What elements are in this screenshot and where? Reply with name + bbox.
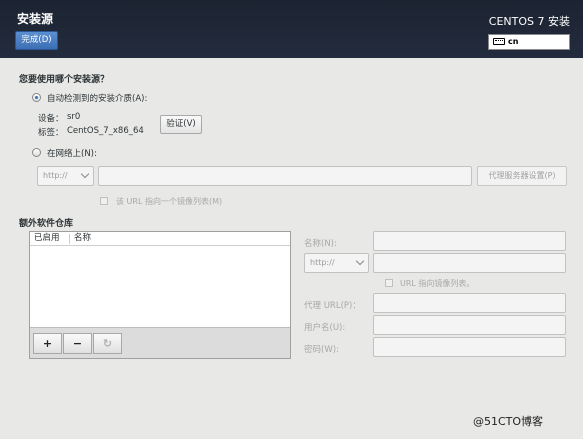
keyboard-icon [493,38,505,45]
column-name[interactable]: 名称 [74,232,91,245]
repo-toolbar: + − ↻ [30,327,290,358]
product-title: CENTOS 7 安装 [488,15,570,28]
device-value: sr0 [67,112,81,122]
top-header: 安装源 完成(D) CENTOS 7 安装 cn [0,0,583,58]
repo-protocol-select[interactable]: http:// [304,253,369,273]
proxy-url-label: 代理 URL(P)： [304,301,361,311]
tag-value: CentOS_7_x86_64 [67,126,144,136]
username-input[interactable] [373,315,566,335]
auto-detect-label: 自动检测到的安装介质(A): [47,94,148,104]
column-divider [69,234,70,244]
tag-label: 标签： [38,128,64,138]
column-enabled[interactable]: 已启用 [34,232,60,245]
chevron-down-icon [355,256,365,266]
repo-name-label: 名称(N): [304,239,337,249]
mirror-list-label: 该 URL 指向一个镜像列表(M) [116,197,223,206]
repo-url-input[interactable] [373,253,566,273]
repos-section-title: 额外软件仓库 [19,219,74,229]
network-label: 在网络上(N): [47,149,97,159]
repo-table-header: 已启用 名称 [30,232,290,246]
device-label: 设备： [38,114,64,124]
remove-repo-button[interactable]: − [63,333,92,354]
proxy-url-input[interactable] [373,293,566,313]
protocol-select-value: http:// [43,171,68,180]
watermark: @51CTO博客 [473,415,544,428]
repo-protocol-value: http:// [310,258,335,267]
keyboard-layout-indicator[interactable]: cn [488,34,570,50]
source-question: 您要使用哪个安装源？ [19,75,110,85]
network-radio[interactable] [32,148,41,157]
chevron-down-icon [80,169,90,179]
password-label: 密码(W): [304,345,339,355]
repo-name-input[interactable] [373,231,566,251]
verify-button[interactable]: 验证(V) [160,115,202,134]
refresh-icon: ↻ [102,337,113,350]
url-input[interactable] [98,166,472,186]
password-input[interactable] [373,337,566,357]
keyboard-layout-label: cn [508,37,519,46]
add-repo-button[interactable]: + [33,333,62,354]
repo-table[interactable]: 已启用 名称 + − ↻ [29,231,291,359]
proxy-settings-button[interactable]: 代理服务器设置(P) [477,166,567,186]
refresh-repo-button[interactable]: ↻ [93,333,122,354]
username-label: 用户名(U): [304,323,346,333]
protocol-select[interactable]: http:// [37,166,94,186]
repo-mirror-label: URL 指向镜像列表。 [400,279,475,288]
page-title: 安装源 [17,12,54,26]
done-button[interactable]: 完成(D) [15,31,58,50]
repo-mirror-checkbox[interactable] [385,279,393,287]
auto-detect-radio[interactable] [32,93,41,102]
mirror-list-checkbox[interactable] [100,197,108,205]
